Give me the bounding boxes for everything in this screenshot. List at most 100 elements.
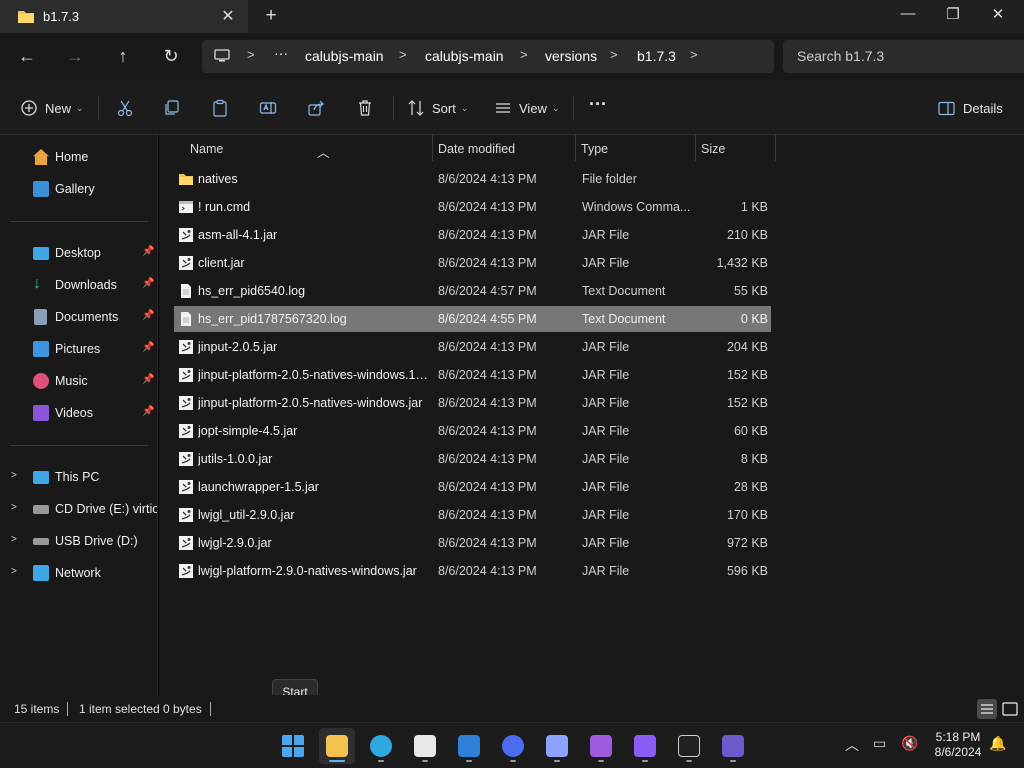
new-button[interactable]: New ⌄ [20,97,84,119]
system-clock[interactable]: 5:18 PM 8/6/2024 [930,730,986,760]
pin-icon[interactable]: 📌 [142,310,154,321]
table-row[interactable]: jinput-2.0.5.jar 8/6/2024 4:13 PM JAR File… [174,334,771,360]
breadcrumb-b173[interactable]: b1.7.3 [637,48,676,64]
table-row[interactable]: jinput-platform-2.0.5-natives-windows.1.… [174,362,771,388]
view-button[interactable]: View ⌄ [494,97,560,119]
minimize-icon[interactable]: — [885,5,931,22]
table-row[interactable]: jinput-platform-2.0.5-natives-windows.ja… [174,390,771,416]
taskbar-edge-browser[interactable] [363,728,399,764]
sidebar-item-usb-drive[interactable]: > USB Drive (D:) [0,528,158,554]
taskbar-terminal[interactable] [671,728,707,764]
notification-bell-icon[interactable]: 🔔 [989,735,1006,752]
expand-chevron-icon[interactable]: > [11,566,17,577]
sidebar-item-this-pc[interactable]: > This PC [0,464,158,490]
taskbar-start-button[interactable] [275,728,311,764]
sidebar-item-gallery[interactable]: Gallery [0,176,158,202]
text-file-icon [178,283,194,299]
column-divider[interactable] [775,135,776,161]
search-input[interactable]: Search b1.7.3 [797,48,884,64]
explorer-tab[interactable]: b1.7.3 ✕ [0,0,248,33]
column-header-type[interactable]: Type [575,135,695,161]
breadcrumb-chevron-icon[interactable]: > [399,47,407,62]
taskbar-microsoft-store[interactable] [407,728,443,764]
pin-icon[interactable]: 📌 [142,278,154,289]
share-button[interactable] [307,97,325,119]
address-bar[interactable]: > ··· calubjs-main > calubjs-main > vers… [202,40,774,73]
breadcrumb-versions[interactable]: versions [545,48,597,64]
close-window-icon[interactable]: ✕ [975,5,1021,23]
column-header-name[interactable]: ︿ Name [174,135,432,161]
more-options-button[interactable]: ··· [589,93,607,115]
breadcrumb-chevron-icon[interactable]: > [520,47,528,62]
sidebar-item-cd-drive[interactable]: > CD Drive (E:) virtio- [0,496,158,522]
table-row[interactable]: jopt-simple-4.5.jar 8/6/2024 4:13 PM JAR F… [174,418,771,444]
maximize-icon[interactable]: ❐ [930,5,976,23]
paste-button[interactable] [211,97,229,119]
new-tab-icon[interactable]: + [262,5,280,27]
table-row[interactable]: lwjgl_util-2.9.0.jar 8/6/2024 4:13 PM JAR … [174,502,771,528]
pin-icon[interactable]: 📌 [142,342,154,353]
sidebar-item-network[interactable]: > Network [0,560,158,586]
sort-button[interactable]: Sort ⌄ [407,97,468,119]
breadcrumb-chevron-icon[interactable]: > [247,47,255,62]
volume-muted-icon[interactable]: 🔇 [901,735,918,752]
sidebar-item-videos[interactable]: Videos 📌 [0,400,158,426]
breadcrumb-chevron-icon[interactable]: > [690,47,698,62]
search-box[interactable]: Search b1.7.3 [783,40,1024,73]
breadcrumb-calubjs-main-1[interactable]: calubjs-main [305,48,384,64]
table-row[interactable]: client.jar 8/6/2024 4:13 PM JAR File 1,432 … [174,250,771,276]
expand-chevron-icon[interactable]: > [11,470,17,481]
details-view-button[interactable] [977,699,997,719]
taskbar-app-mountains[interactable] [539,728,575,764]
sidebar-item-desktop[interactable]: Desktop 📌 [0,240,158,266]
divider [393,96,394,120]
file-date: 8/6/2024 4:13 PM [438,424,537,438]
table-row[interactable]: jutils-1.0.0.jar 8/6/2024 4:13 PM JAR File… [174,446,771,472]
sidebar-item-music[interactable]: Music 📌 [0,368,158,394]
tiles-view-button[interactable] [1000,699,1020,719]
sidebar-item-documents[interactable]: Documents 📌 [0,304,158,330]
table-row[interactable]: asm-all-4.1.jar 8/6/2024 4:13 PM JAR File 2… [174,222,771,248]
copy-button[interactable] [163,97,181,119]
network-status-icon[interactable]: ▭ [873,735,886,752]
cut-button[interactable] [116,97,134,119]
back-arrow-icon[interactable]: ← [15,44,39,68]
pin-icon[interactable]: 📌 [142,246,154,257]
taskbar-app-cube[interactable] [627,728,663,764]
table-row[interactable]: hs_err_pid1787567320.log 8/6/2024 4:55 PM… [174,306,771,332]
taskbar-app-ps[interactable] [715,728,751,764]
file-size: 60 KB [733,424,768,438]
sidebar-item-home[interactable]: Home [0,144,158,170]
taskbar-app-creature[interactable] [583,728,619,764]
column-header-size[interactable]: Size [695,135,775,161]
sidebar-item-downloads[interactable]: ↓ Downloads 📌 [0,272,158,298]
taskbar-file-explorer[interactable] [319,728,355,764]
pin-icon[interactable]: 📌 [142,406,154,417]
refresh-icon[interactable]: ↻ [159,44,183,68]
details-button[interactable]: Details [938,97,1003,119]
taskbar-firefox[interactable] [495,728,531,764]
up-arrow-icon[interactable]: ↑ [111,44,135,68]
sidebar-item-pictures[interactable]: Pictures 📌 [0,336,158,362]
column-header-date[interactable]: Date modified [432,135,575,161]
table-row[interactable]: natives 8/6/2024 4:13 PM File folder [174,166,771,192]
table-row[interactable]: lwjgl-platform-2.9.0-natives-windows.jar… [174,558,771,584]
table-row[interactable]: lwjgl-2.9.0.jar 8/6/2024 4:13 PM JAR File 9… [174,530,771,556]
close-tab-icon[interactable]: ✕ [219,6,237,26]
breadcrumb-more[interactable]: ··· [274,45,288,61]
breadcrumb-calubjs-main-2[interactable]: calubjs-main [425,48,504,64]
table-row[interactable]: hs_err_pid6540.log 8/6/2024 4:57 PM Text D… [174,278,771,304]
table-row[interactable]: launchwrapper-1.5.jar 8/6/2024 4:13 PM JAR… [174,474,771,500]
delete-button[interactable] [356,97,374,119]
show-hidden-icons-chevron-icon[interactable]: ︿ [845,735,859,755]
expand-chevron-icon[interactable]: > [11,502,17,513]
forward-arrow-icon[interactable]: → [63,44,87,68]
expand-chevron-icon[interactable]: > [11,534,17,545]
file-name: jutils-1.0.0.jar [198,452,273,466]
table-row[interactable]: ! run.cmd 8/6/2024 4:13 PM Windows Comma..… [174,194,771,220]
pin-icon[interactable]: 📌 [142,374,154,385]
taskbar-outlook-new[interactable] [451,728,487,764]
selection-count: 1 item selected [79,702,160,716]
breadcrumb-chevron-icon[interactable]: > [610,47,618,62]
rename-button[interactable] [259,97,277,119]
